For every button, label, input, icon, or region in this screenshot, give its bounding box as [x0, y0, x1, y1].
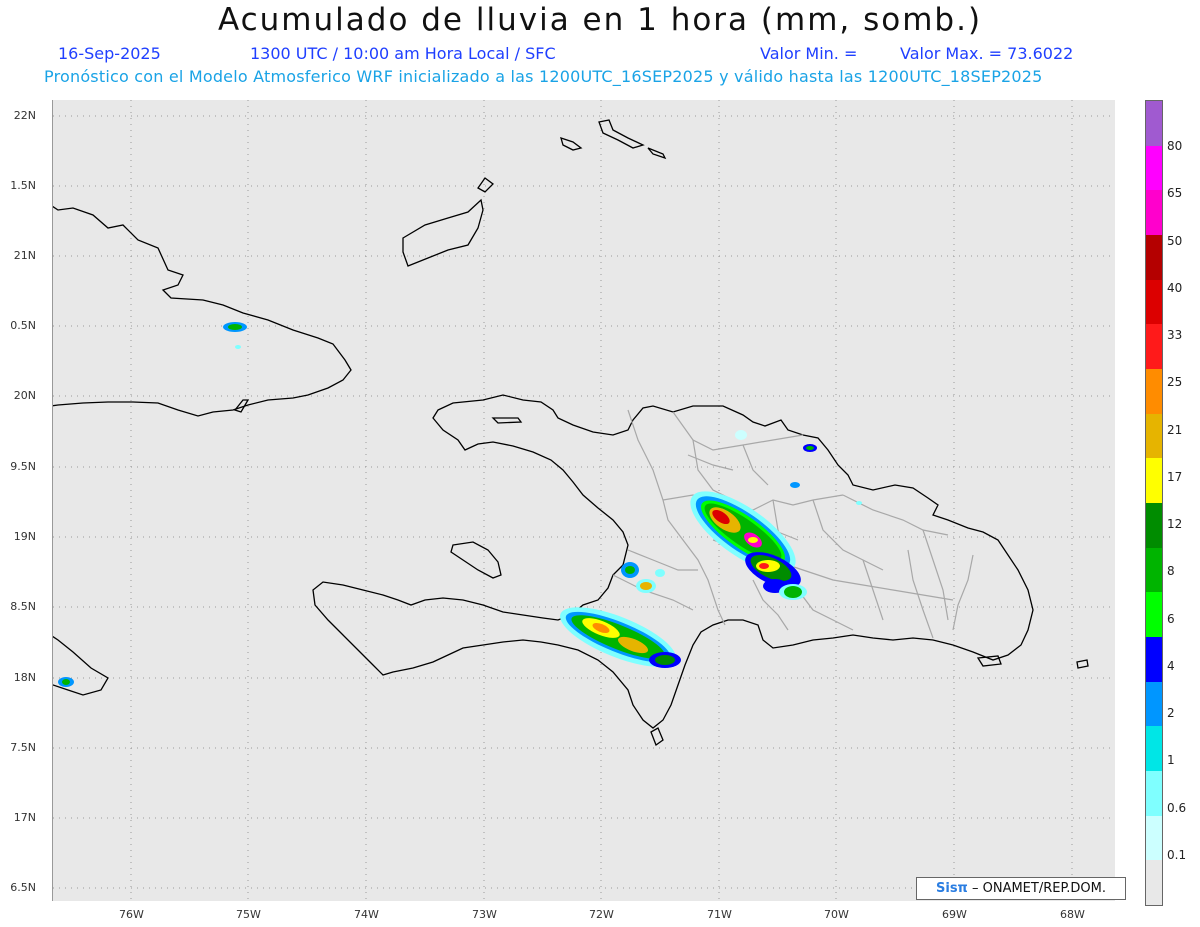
colorbar-label: 6 — [1167, 612, 1175, 626]
colorbar — [1145, 100, 1163, 906]
mona-island — [1076, 659, 1089, 669]
lat-label: 1.5N — [10, 179, 36, 192]
colorbar-swatch — [1146, 860, 1162, 905]
colorbar-label: 65 — [1167, 186, 1183, 200]
colorbar-label: 0.1 — [1167, 848, 1187, 862]
coastlines — [42, 119, 1089, 747]
hispaniola-coast — [312, 394, 1034, 729]
colorbar-swatch — [1146, 458, 1162, 503]
lat-label: 18N — [13, 671, 36, 684]
lat-label: 21N — [13, 249, 36, 262]
colorbar-label: 12 — [1167, 517, 1183, 531]
forecast-time: 1300 UTC / 10:00 am Hora Local / SFC — [250, 44, 556, 63]
province-boundaries — [612, 409, 974, 639]
colorbar-swatch — [1146, 190, 1162, 235]
lon-label: 75W — [236, 908, 261, 921]
lon-label: 74W — [354, 908, 379, 921]
colorbar-label: 0.6 — [1167, 801, 1187, 815]
colorbar-swatch — [1146, 101, 1162, 146]
colorbar-label: 4 — [1167, 659, 1175, 673]
colorbar-swatch — [1146, 815, 1162, 861]
colorbar-swatch — [1146, 413, 1162, 459]
turks-caicos-islands — [560, 119, 667, 160]
colorbar-swatch — [1146, 324, 1162, 369]
colorbar-swatch — [1146, 279, 1162, 325]
precip-cluster-cibao — [690, 491, 807, 600]
colorbar-swatch — [1146, 502, 1162, 548]
colorbar-label: 2 — [1167, 706, 1175, 720]
colorbar-label: 17 — [1167, 470, 1183, 484]
lat-label: 7.5N — [10, 741, 36, 754]
lon-label: 68W — [1060, 908, 1085, 921]
cuba-coast — [42, 199, 352, 417]
lat-label: 9.5N — [10, 460, 36, 473]
mayaguana-island — [477, 177, 494, 193]
colorbar-label: 33 — [1167, 328, 1183, 342]
colorbar-swatch — [1146, 592, 1162, 637]
lon-label: 72W — [589, 908, 614, 921]
credit-box: Sisπ – ONAMET/REP.DOM. — [916, 877, 1126, 900]
lat-label: 17N — [13, 811, 36, 824]
colorbar-label: 1 — [1167, 753, 1175, 767]
lat-label: 19N — [13, 530, 36, 543]
valor-min: Valor Min. = — [760, 44, 858, 63]
colorbar-swatch — [1146, 726, 1162, 771]
precip-cluster-south — [560, 607, 681, 668]
colorbar-label: 21 — [1167, 423, 1183, 437]
lon-label: 70W — [824, 908, 849, 921]
lon-label: 73W — [472, 908, 497, 921]
lat-label: 20N — [13, 389, 36, 402]
map-panel — [42, 100, 1115, 901]
colorbar-label: 80 — [1167, 139, 1183, 153]
lon-label: 71W — [707, 908, 732, 921]
colorbar-swatch — [1146, 770, 1162, 816]
colorbar-swatch — [1146, 681, 1162, 727]
lat-label: 6.5N — [10, 881, 36, 894]
colorbar-label: 25 — [1167, 375, 1183, 389]
credit-text: – ONAMET/REP.DOM. — [967, 881, 1106, 896]
valor-max: Valor Max. = 73.6022 — [900, 44, 1074, 63]
forecast-date: 16-Sep-2025 — [58, 44, 161, 63]
lat-label: 22N — [13, 109, 36, 122]
model-info-line: Pronóstico con el Modelo Atmosferico WRF… — [44, 67, 1043, 86]
lon-label: 69W — [942, 908, 967, 921]
saona-island — [976, 655, 1002, 667]
map-title: Acumulado de lluvia en 1 hora (mm, somb.… — [217, 2, 983, 38]
tortuga-island — [491, 417, 523, 424]
colorbar-label: 40 — [1167, 281, 1183, 295]
colorbar-label: 50 — [1167, 234, 1183, 248]
precipitation-field — [58, 322, 862, 687]
colorbar-swatch — [1146, 145, 1162, 191]
precip-cluster-border — [621, 562, 665, 593]
sispi-logo: Sisπ — [936, 881, 968, 896]
lat-label: 8.5N — [10, 600, 36, 613]
beata-island — [650, 727, 664, 747]
graticule — [53, 100, 1115, 901]
colorbar-swatch — [1146, 547, 1162, 593]
gonave-island — [450, 541, 502, 579]
colorbar-swatch — [1146, 368, 1162, 414]
lon-label: 76W — [119, 908, 144, 921]
map-svg — [42, 100, 1115, 901]
colorbar-swatch — [1146, 636, 1162, 682]
colorbar-swatch — [1146, 234, 1162, 280]
lat-label: 0.5N — [10, 319, 36, 332]
colorbar-label: 8 — [1167, 564, 1175, 578]
